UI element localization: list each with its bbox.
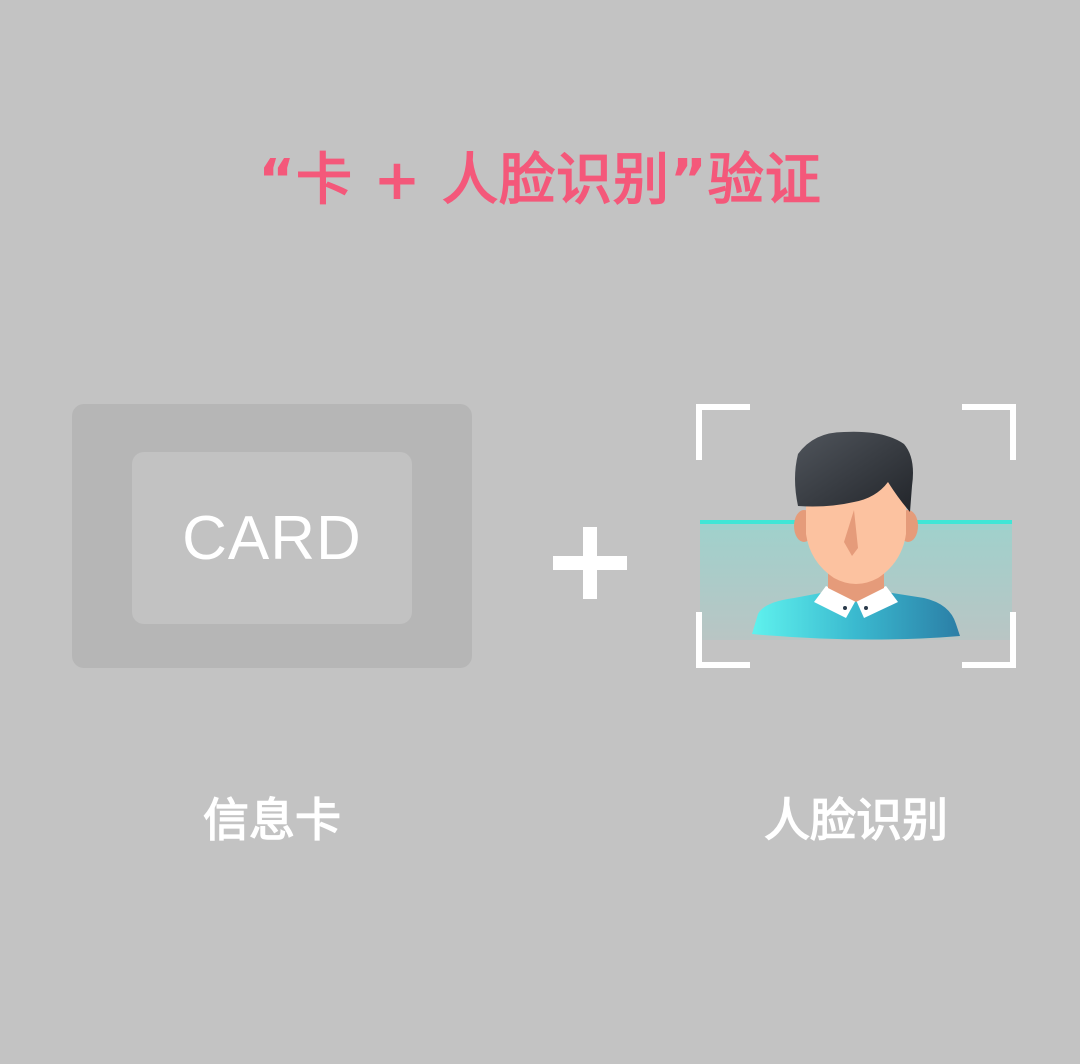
face-recognition-label: 人脸识别 <box>764 793 948 847</box>
page-title: “卡 + 人脸识别”验证 <box>258 148 822 213</box>
plus-vertical-bar <box>583 527 597 599</box>
card-label: 信息卡 <box>203 793 341 847</box>
face-scan-icon <box>696 404 1016 668</box>
info-card: CARD <box>72 404 472 668</box>
collar-button-right <box>864 606 868 610</box>
collar-button-left <box>843 606 847 610</box>
corner-top-right <box>962 404 1016 460</box>
plus-icon <box>553 527 627 599</box>
card-face: CARD <box>132 452 412 624</box>
corner-top-left <box>696 404 750 460</box>
